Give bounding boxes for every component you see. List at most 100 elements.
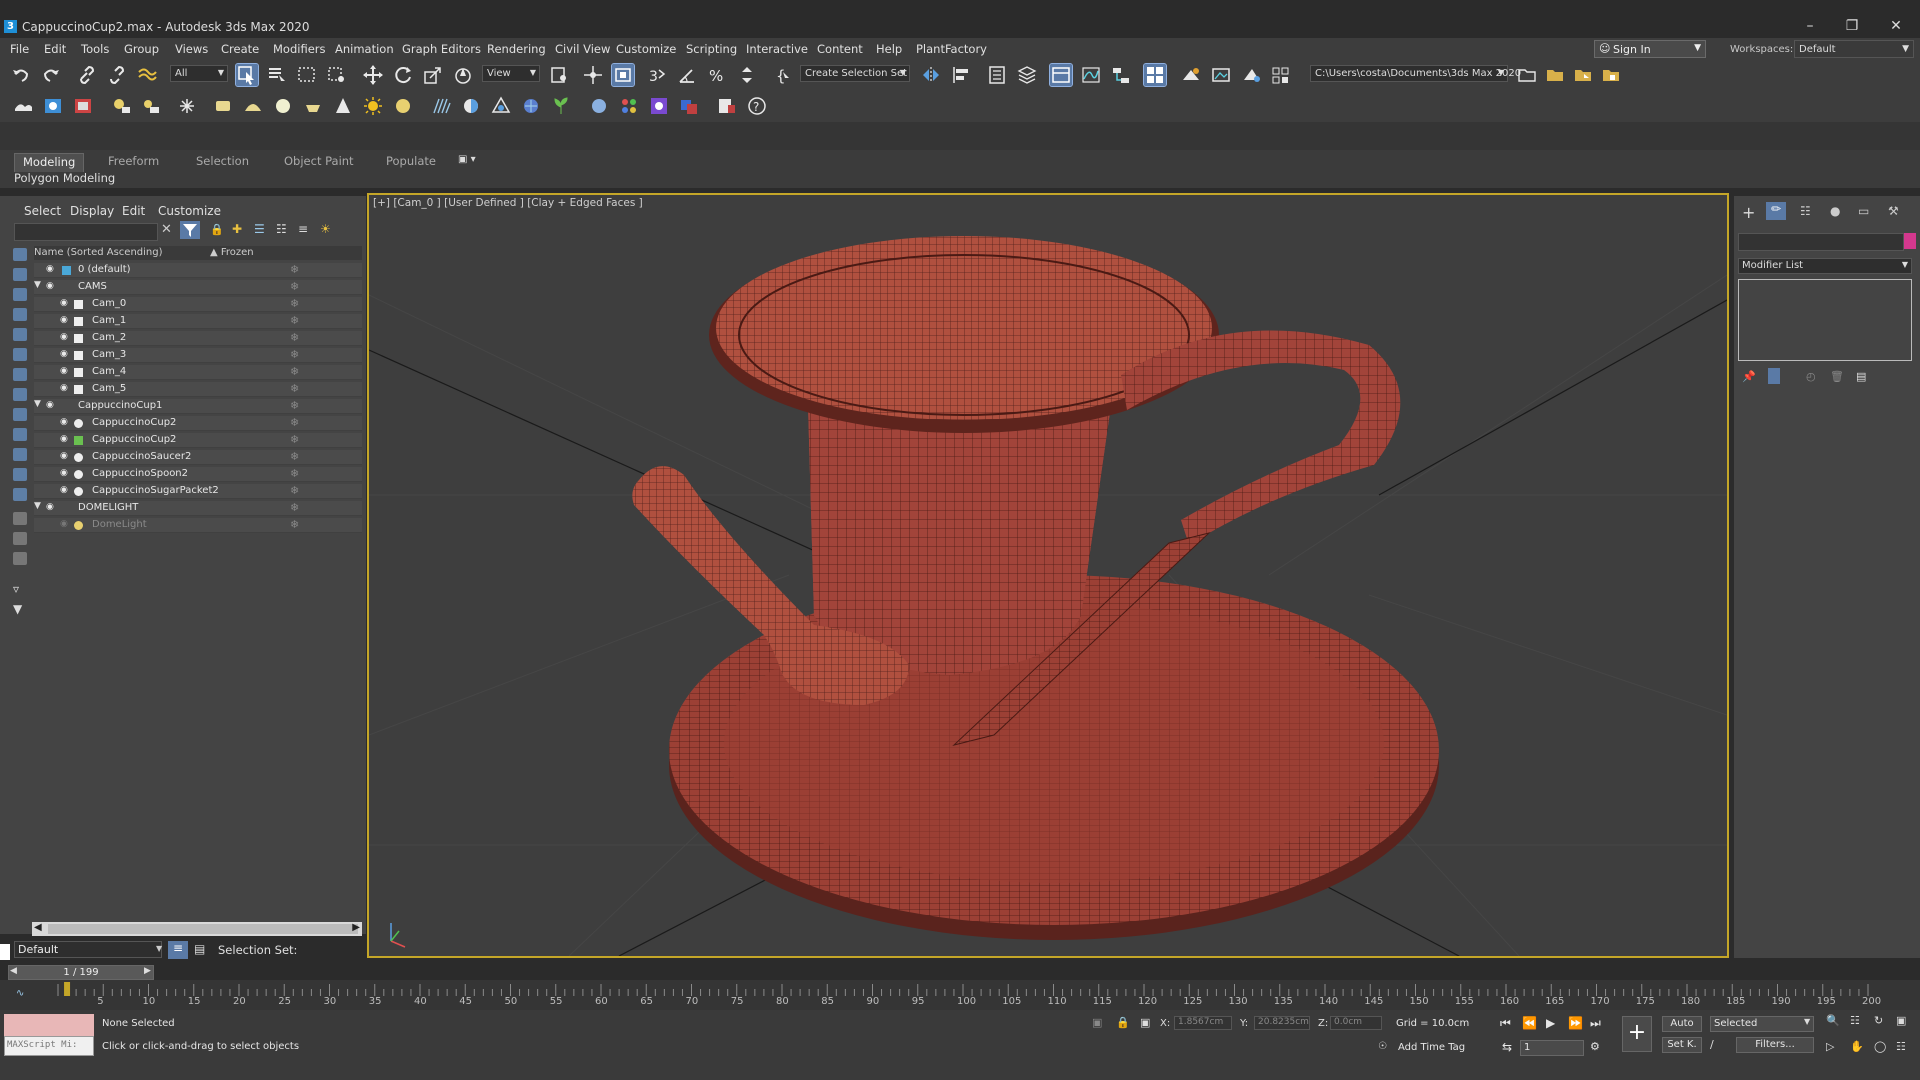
next-frame-icon[interactable]: ⏩ [1568,1016,1583,1030]
eye-icon[interactable]: ◉ [46,264,54,274]
rotate-icon[interactable] [392,64,414,86]
snowflake-icon[interactable]: ❄ [290,450,299,463]
menu-animation[interactable]: Animation [335,42,394,56]
eye-icon[interactable]: ◉ [46,502,54,512]
display-frozen-icon[interactable] [13,468,27,481]
new-layer-icon[interactable]: ✚ [232,222,242,236]
selection-lock-icon[interactable]: 🔒 [1116,1016,1130,1029]
mesh-light-icon[interactable] [302,95,324,117]
layer-dropdown[interactable]: Default [14,941,162,958]
display-lights-icon[interactable] [13,308,27,321]
layer-stack-icon[interactable]: ≡ [298,222,308,236]
time-slider[interactable]: 1 / 199 [8,965,154,980]
maxscript-listener[interactable] [4,1014,94,1036]
maxscript-input[interactable]: MAXScript Mi: [4,1036,94,1056]
chevron-down-icon[interactable]: ▼ [1804,1017,1810,1026]
align-icon[interactable] [950,64,972,86]
clear-search-icon[interactable]: ✕ [161,222,172,237]
zoom-all-icon[interactable]: ☷ [1850,1014,1860,1027]
ribbon-options-icon[interactable]: ▣ ▾ [458,154,476,165]
zoom-icon[interactable]: 🔍 [1826,1014,1840,1027]
menu-file[interactable]: File [10,42,29,56]
angle-snap-icon[interactable] [676,64,698,86]
explorer-row[interactable]: ▼ ◉ DOMELIGHT ❄ [34,501,362,516]
snowflake-icon[interactable]: ❄ [290,484,299,497]
viewport-label[interactable]: [+] [Cam_0 ] [User Defined ] [Clay + Edg… [373,197,643,209]
polygon-modeling-panel[interactable]: Polygon Modeling [14,171,115,185]
render-settings-icon[interactable] [176,95,198,117]
viewport-camera[interactable] [367,193,1729,958]
snowflake-icon[interactable]: ❄ [290,518,299,531]
create-tab-icon[interactable]: + [1742,203,1755,222]
column-frozen[interactable]: ▲ Frozen [210,247,254,258]
named-selection-set-dropdown[interactable]: Create Selection Set ▼ [800,65,910,82]
orbit-icon[interactable]: ↻ [1874,1014,1883,1027]
project-folder-icon[interactable] [1516,64,1538,86]
percent-snap-icon[interactable]: % [706,64,728,86]
select-object-icon[interactable] [235,63,259,87]
menu-views[interactable]: Views [175,42,208,56]
explorer-menu-display[interactable]: Display [70,204,114,218]
selection-set-icon[interactable]: ▤ [194,942,205,956]
image-viewer-icon[interactable] [42,95,64,117]
chevron-right-icon[interactable]: ▶ [144,966,151,976]
snowflake-icon[interactable]: ❄ [290,331,299,344]
explorer-row[interactable]: ◉ 0 (default) ❄ [34,263,362,278]
absolute-mode-icon[interactable]: ▣ [1140,1016,1150,1029]
menu-scripting[interactable]: Scripting [686,42,737,56]
set-key-button[interactable]: + [1622,1016,1652,1052]
time-configuration-icon[interactable]: ⚙ [1590,1040,1600,1053]
material-editor-icon[interactable] [1143,63,1167,87]
ribbon-tab-freeform[interactable]: Freeform [100,153,167,171]
render-production-icon[interactable] [1240,64,1262,86]
column-name[interactable]: Name (Sorted Ascending) [34,247,163,258]
eye-icon[interactable]: ◉ [60,451,68,461]
ribbon-tab-selection[interactable]: Selection [188,153,257,171]
modifier-stack[interactable] [1738,279,1912,361]
mesh-export-icon[interactable] [490,95,512,117]
fur-icon[interactable] [430,95,452,117]
ribbon-tab-object-paint[interactable]: Object Paint [276,153,362,171]
previous-frame-icon[interactable]: ⏪ [1522,1016,1537,1030]
minimize-button[interactable]: – [1790,14,1830,38]
snowflake-icon[interactable]: ❄ [290,365,299,378]
display-bones-icon[interactable] [13,428,27,441]
scene-converter-icon[interactable] [678,95,700,117]
eye-icon[interactable]: ◉ [60,383,68,393]
chevron-left-icon[interactable]: ◀ [10,966,17,976]
eye-icon[interactable]: ◉ [60,417,68,427]
undo-icon[interactable] [10,64,32,86]
explorer-menu-select[interactable]: Select [24,204,61,218]
eye-icon[interactable]: ◉ [60,434,68,444]
snowflake-icon[interactable]: ❄ [290,467,299,480]
menu-graph-editors[interactable]: Graph Editors [402,42,481,56]
display-spacewarps-icon[interactable] [13,368,27,381]
curve-editor-toggle-icon[interactable]: ∿ [16,988,24,999]
explorer-menu-customize[interactable]: Customize [158,204,221,218]
hierarchy-tab-icon[interactable]: ☷ [1800,204,1811,218]
utilities-tab-icon[interactable]: ⚒ [1888,204,1899,218]
filters-button[interactable]: Filters... [1736,1037,1814,1053]
light-bulb-icon[interactable]: ☀ [320,222,331,236]
explorer-row[interactable]: ◉ CappuccinoSaucer2 ❄ [34,450,362,465]
make-unique-icon[interactable]: ◴ [1806,370,1816,383]
display-cameras-icon[interactable] [13,328,27,341]
move-icon[interactable] [362,64,384,86]
snowflake-icon[interactable]: ❄ [290,382,299,395]
restore-button[interactable]: ❐ [1832,14,1872,38]
eye-icon[interactable]: ◉ [60,332,68,342]
menu-customize[interactable]: Customize [616,42,676,56]
chevron-left-icon[interactable]: ◀ [34,922,42,933]
batch-render-icon[interactable] [716,95,738,117]
object-color-swatch[interactable] [1904,233,1916,249]
decal-icon[interactable] [520,95,542,117]
snowflake-icon[interactable]: ❄ [290,348,299,361]
eye-icon[interactable]: ◉ [46,281,54,291]
sky-icon[interactable] [12,95,34,117]
chevron-right-icon[interactable]: ▶ [352,922,360,933]
sign-in-dropdown[interactable]: ☺ Sign In ▼ [1594,40,1706,58]
menu-rendering[interactable]: Rendering [487,42,546,56]
maximize-viewport-icon[interactable]: ▣ [1896,1014,1906,1027]
close-button[interactable]: ✕ [1876,14,1916,38]
field-of-view-icon[interactable]: ▷ [1826,1040,1834,1053]
